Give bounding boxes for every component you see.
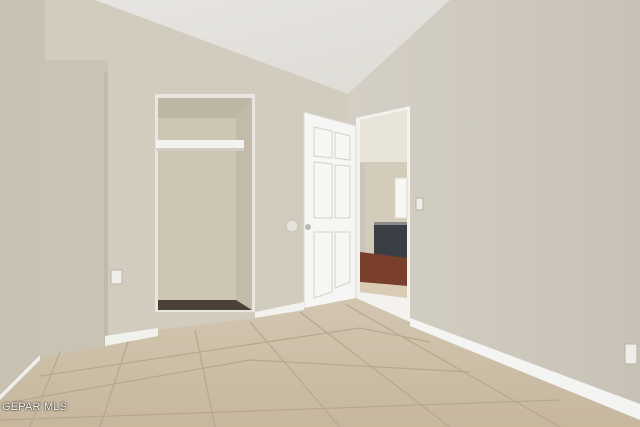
- door-stop: [285, 219, 299, 233]
- door: [303, 111, 357, 321]
- doorway: [356, 106, 410, 322]
- door-knob: [305, 224, 311, 230]
- room-photo: [0, 0, 640, 427]
- mls-watermark: GEPAR MLS: [2, 401, 68, 413]
- closet: [155, 94, 255, 312]
- closet-rod: [156, 140, 244, 148]
- hallway-cabinet: [374, 222, 407, 258]
- hallway-window: [394, 177, 408, 219]
- hallway-floor: [360, 252, 407, 286]
- outlet-right: [624, 343, 638, 365]
- wall-column: [40, 60, 108, 358]
- light-switch: [415, 197, 424, 211]
- outlet-left: [110, 269, 123, 285]
- left-wall: [0, 0, 45, 395]
